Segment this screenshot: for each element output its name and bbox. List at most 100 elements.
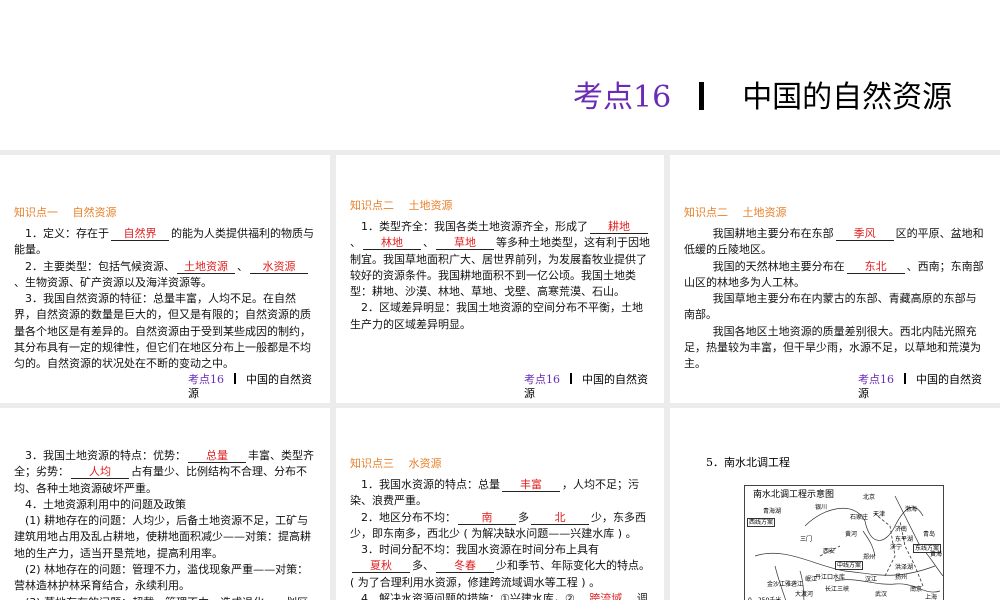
fill-in-blank-answer: 跨流域 xyxy=(577,593,635,600)
slide-footer: 考点16 中国的自然资源 xyxy=(524,373,654,401)
paragraph-text: 1．定义：存在于 xyxy=(25,227,109,240)
map-place-label: 西安 xyxy=(823,548,836,555)
paragraph-text: 我国各地区土地资源的质量差别很大。西北内陆光照充足，热量较为丰富，但干旱少雨，水… xyxy=(684,324,981,371)
paragraph-text: (1) 耕地存在的问题：人均少，后备土地资源不足，工矿与建筑用地占用及乱占耕地，… xyxy=(14,514,311,560)
paragraph-text: 我国耕地主要分布在东部 xyxy=(712,227,834,240)
fill-in-blank-answer: 北 xyxy=(531,511,589,525)
paragraph: 2．地区分布不均：南多北少，东多西少，即东南多，西北少 ( 为解决缺水问题——兴… xyxy=(350,510,650,543)
map-place-label: 南京 xyxy=(910,586,923,593)
map-place-label: 东平湖 xyxy=(895,536,914,543)
paragraph: 3．我国土地资源的特点：优势： 总量 丰富、类型齐全；劣势： 人均 占有量少、比例结构不… xyxy=(14,448,316,497)
map-place-label: 西线方案 xyxy=(747,518,776,527)
map-place-label: 扬州 xyxy=(895,574,908,581)
map-place-label: 雅砻江 xyxy=(785,581,804,588)
fill-in-blank-answer: 草地 xyxy=(436,237,494,251)
paragraph: 2．区域差异明显：我国土地资源的空间分布不平衡，土地生产力的区域差异明显。 xyxy=(350,300,650,333)
map-place-label: 武汉 xyxy=(875,591,888,598)
fill-in-blank-answer: 自然界 xyxy=(111,228,169,241)
fill-in-blank-answer: 水资源 xyxy=(250,260,308,274)
map-place-label: 天津 xyxy=(873,511,886,518)
title-text: 中国的自然资源 xyxy=(742,80,953,115)
slide-footer: 考点16 中国的自然资源 xyxy=(858,373,988,401)
paragraph-text: 2．区域差异明显：我国土地资源的空间分布不平衡，土地生产力的区域差异明显。 xyxy=(350,301,643,331)
map-section-label: 5．南水北调工程 xyxy=(706,456,790,469)
paragraph-text: 3．我国土地资源的特点：优势： xyxy=(25,449,186,462)
page-title: 考点16 中国的自然资源 xyxy=(573,78,973,118)
footer-prefix: 考点16 xyxy=(524,373,560,386)
map-place-label: 石家庄 xyxy=(850,514,869,521)
paragraph-text: 4．解决水资源问题的措施：①兴建水库，② xyxy=(361,592,575,600)
slide-panel-3[interactable]: 知识点二 土地资源 我国耕地主要分布在东部 季风 区的平原、盆地和低缓的丘陵地区。 我国… xyxy=(670,155,1000,403)
slide-grid: 知识点一 自然资源 1．定义：存在于 自然界 的能为人类提供福利的物质与能量。 2．主要… xyxy=(0,150,1000,600)
fill-in-blank-answer: 土地资源 xyxy=(177,260,235,274)
footer-prefix: 考点16 xyxy=(188,373,224,386)
footer-prefix: 考点16 xyxy=(858,373,894,386)
map-place-label: 岷江 xyxy=(805,576,818,583)
paragraph-text: 3．时间分配不均：我国水资源在时间分布上具有 xyxy=(361,543,599,557)
slide-footer: 考点16 中国的自然资源 xyxy=(188,373,318,401)
paragraph-text: 我国的天然林地主要分布在 xyxy=(712,259,845,273)
paragraph-text: 1．类型齐全：我国各类土地资源齐全，形成了 xyxy=(361,220,588,233)
paragraph-text: 2．地区分布不均： xyxy=(361,510,456,524)
slide-panel-4[interactable]: 3．我国土地资源的特点：优势： 总量 丰富、类型齐全；劣势： 人均 占有量少、比例结构不… xyxy=(0,408,330,600)
slide-panel-2[interactable]: 知识点二 土地资源 1．类型齐全：我国各类土地资源齐全，形成了 耕地、 林地、草地 等多… xyxy=(336,155,664,403)
paragraph-text: 我国草地主要分布在内蒙古的东部、青藏高原的东部与南部。 xyxy=(684,292,977,322)
paragraph-text: 、 xyxy=(350,236,361,250)
paragraph-text: 4．土地资源利用中的问题及政策 xyxy=(25,497,186,511)
slide-panel-6[interactable]: 5．南水北调工程 南水北调工程示意图 青海湖 西线方案 银川 北京 天津 石家庄… xyxy=(670,408,1000,600)
fill-in-blank-answer: 夏秋 xyxy=(352,560,410,574)
title-prefix: 考点16 xyxy=(573,80,672,115)
map-place-label: 黄海 xyxy=(930,551,943,558)
fill-in-blank-answer: 东北 xyxy=(846,260,905,274)
paragraph: 3．我国自然资源的特征：总量丰富，人均不足。在自然界，自然资源的数量是巨大的，但… xyxy=(14,291,316,372)
fill-in-blank-answer: 总量 xyxy=(188,450,246,463)
fill-in-blank-answer: 丰富 xyxy=(502,479,560,492)
paragraph: 我国各地区土地资源的质量差别很大。西北内陆光照充足，热量较为丰富，但干旱少雨，水… xyxy=(684,324,986,373)
map-place-label: 济南 xyxy=(895,526,908,533)
map-place-label: 黄河 xyxy=(845,531,858,538)
paragraph-text: 1．我国水资源的特点：总量 xyxy=(361,478,500,491)
paragraph-text: 3．我国自然资源的特征：总量丰富，人均不足。在自然界，自然资源的数量是巨大的，但… xyxy=(14,292,311,371)
section-heading: 知识点三 水资源 xyxy=(350,457,442,470)
paragraph: (1) 耕地存在的问题：人均少，后备土地资源不足，工矿与建筑用地占用及乱占耕地，… xyxy=(14,513,316,562)
map-place-label: 北京 xyxy=(863,494,876,501)
section-heading: 知识点二 土地资源 xyxy=(350,199,453,212)
paragraph-text: 、 xyxy=(423,236,434,250)
paragraph: (3) 草地存在的问题：超载，管理不力，造成退化——划区 xyxy=(14,595,316,600)
paragraph-text: 调 xyxy=(636,592,648,600)
section-heading: 知识点一 自然资源 xyxy=(14,206,117,219)
paragraph-text: 、生物资源、矿产资源以及海洋资源等。 xyxy=(14,275,212,289)
map-place-label: 大渡河 xyxy=(795,591,814,598)
south-north-water-diversion-map: 南水北调工程示意图 青海湖 西线方案 银川 北京 天津 石家庄 黄河 渤海 济南 青岛 东平湖 济宁 东线… xyxy=(744,485,944,600)
paragraph: 我国草地主要分布在内蒙古的东部、青藏高原的东部与南部。 xyxy=(684,291,986,324)
title-divider xyxy=(699,82,705,110)
fill-in-blank-answer: 冬春 xyxy=(436,560,494,574)
paragraph-text: 、 xyxy=(237,259,248,273)
map-place-label: 银川 xyxy=(815,504,828,511)
paragraph: 4．解决水资源问题的措施：①兴建水库，② 跨流域调 xyxy=(350,591,650,600)
paragraph: (2) 林地存在的问题：管理不力，滥伐现象严重——对策：营林造林护林采育结合，永… xyxy=(14,562,316,595)
map-place-label: 三门 xyxy=(800,536,813,543)
footer-divider xyxy=(904,373,906,384)
paragraph: 我国的天然林地主要分布在 东北 、西南；东南部山区的林地多为人工林。 xyxy=(684,259,986,292)
map-place-label: 济宁 xyxy=(890,544,903,551)
map-place-label: 金沙江 xyxy=(767,581,786,588)
map-place-label: 青海湖 xyxy=(763,508,782,515)
fill-in-blank-answer: 人均 xyxy=(71,466,129,480)
paragraph: 4．土地资源利用中的问题及政策 xyxy=(14,497,316,513)
map-title: 南水北调工程示意图 xyxy=(753,490,835,500)
fill-in-blank-answer: 林地 xyxy=(363,237,421,251)
paragraph: 2．主要类型：包括气候资源、 土地资源、水资源、生物资源、矿产资源以及海洋资源等。 xyxy=(14,259,316,292)
map-place-label: 汉江 xyxy=(865,576,878,583)
paragraph: 1．我国水资源的特点：总量 丰富 ，人均不足；污染、浪费严重。 xyxy=(350,477,650,510)
slide-panel-5[interactable]: 知识点三 水资源 1．我国水资源的特点：总量 丰富 ，人均不足；污染、浪费严重。 2．地… xyxy=(336,408,664,600)
paragraph-text: (3) 草地存在的问题：超载，管理不力，造成退化——划区 xyxy=(25,596,308,600)
fill-in-blank-answer: 季风 xyxy=(835,228,894,241)
map-place-label: 丹江口水库 xyxy=(815,574,846,581)
paragraph: 3．时间分配不均：我国水资源在时间分布上具有夏秋 多、 冬春 少和季节、年际变化大的特… xyxy=(350,542,650,591)
paragraph-text: 2．主要类型：包括气候资源、 xyxy=(25,259,175,273)
map-place-label: 洪泽湖 xyxy=(895,564,914,571)
slide-panel-1[interactable]: 知识点一 自然资源 1．定义：存在于 自然界 的能为人类提供福利的物质与能量。 2．主要… xyxy=(0,155,330,403)
map-place-label: 长江三峡 xyxy=(825,586,850,593)
fill-in-blank-answer: 南 xyxy=(458,511,516,525)
